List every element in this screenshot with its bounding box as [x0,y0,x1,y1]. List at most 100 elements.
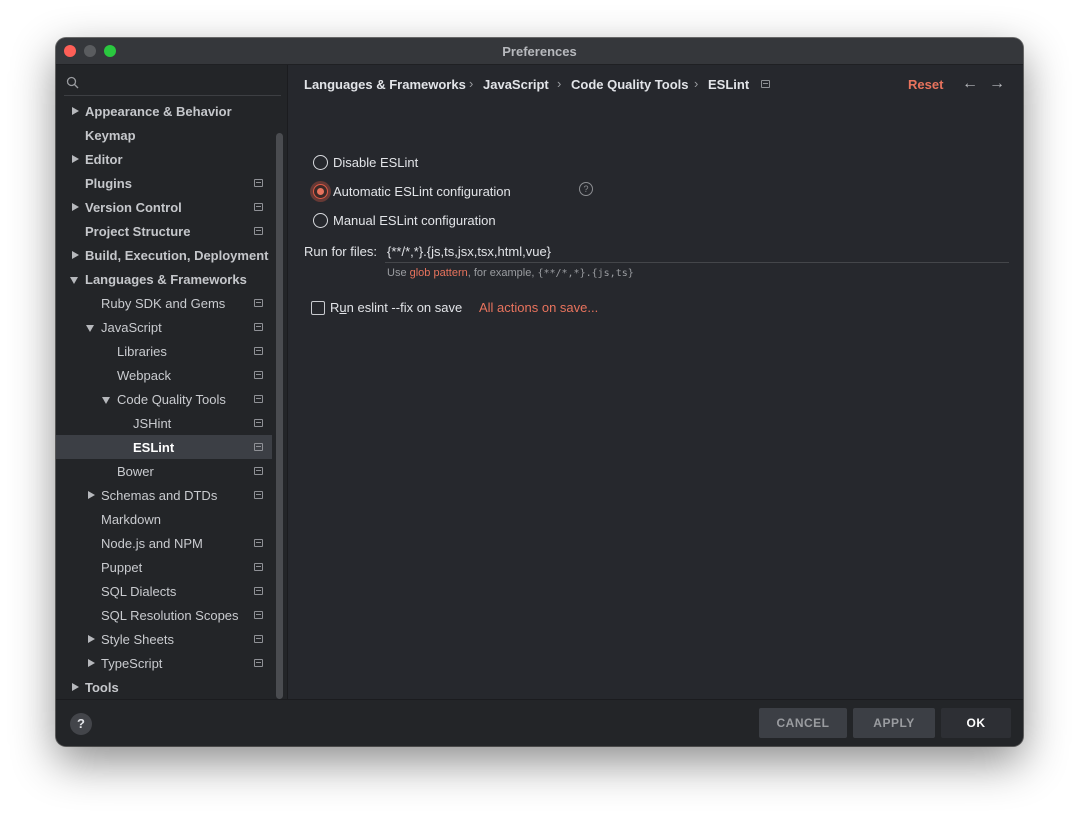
back-arrow-icon[interactable]: ← [962,75,978,93]
fix-on-save-checkbox[interactable] [311,301,325,315]
hint-example: {**/*,*}.{js,ts} [537,268,634,279]
search-icon [66,76,79,89]
sidebar-item-code-quality-tools[interactable]: Code Quality Tools [56,387,272,411]
sidebar-item-typescript[interactable]: TypeScript [56,651,272,675]
expanded-arrow-icon[interactable] [86,321,96,333]
project-scope-icon [254,659,263,667]
project-scope-icon [254,347,263,355]
sidebar-item-label: Markdown [101,512,161,527]
sidebar-scrollbar[interactable] [276,133,283,699]
collapsed-arrow-icon[interactable] [70,681,80,693]
sidebar-item-plugins[interactable]: Plugins [56,171,272,195]
hint-prefix: Use [387,267,407,279]
manual-eslint-radio[interactable] [313,213,328,228]
sidebar-item-build-execution-deployment[interactable]: Build, Execution, Deployment [56,243,272,267]
sidebar-item-markdown[interactable]: Markdown [56,507,272,531]
breadcrumb-eslint: ESLint [708,77,750,92]
help-button[interactable]: ? [70,713,92,735]
sidebar-item-node-js-and-npm[interactable]: Node.js and NPM [56,531,272,555]
collapsed-arrow-icon[interactable] [70,249,80,261]
search-input[interactable] [86,75,280,93]
project-scope-icon [761,80,770,88]
expanded-arrow-icon[interactable] [70,273,80,285]
ok-button[interactable]: OK [941,708,1011,738]
project-scope-icon [254,443,263,451]
fix-on-save-mnemonic: u [339,300,347,315]
sidebar-item-label: Code Quality Tools [117,392,226,407]
sidebar-item-sql-resolution-scopes[interactable]: SQL Resolution Scopes [56,603,272,627]
all-actions-on-save-link[interactable]: All actions on save... [479,300,598,315]
sidebar-item-label: Appearance & Behavior [85,104,232,119]
settings-search[interactable] [64,73,281,96]
project-scope-icon [254,491,263,499]
project-scope-icon [254,539,263,547]
collapsed-arrow-icon[interactable] [86,657,96,669]
sidebar-item-tools[interactable]: Tools [56,675,272,699]
sidebar-item-appearance-behavior[interactable]: Appearance & Behavior [56,99,272,123]
sidebar-item-libraries[interactable]: Libraries [56,339,272,363]
collapsed-arrow-icon[interactable] [86,633,96,645]
sidebar-item-schemas-and-dtds[interactable]: Schemas and DTDs [56,483,272,507]
disable-eslint-label[interactable]: Disable ESLint [333,155,418,170]
sidebar-item-puppet[interactable]: Puppet [56,555,272,579]
sidebar-item-label: Build, Execution, Deployment [85,248,269,263]
sidebar-item-label: Node.js and NPM [101,536,203,551]
collapsed-arrow-icon[interactable] [70,201,80,213]
sidebar-item-style-sheets[interactable]: Style Sheets [56,627,272,651]
collapsed-arrow-icon[interactable] [86,489,96,501]
cancel-button[interactable]: CANCEL [759,708,847,738]
sidebar-item-bower[interactable]: Bower [56,459,272,483]
title-bar: Preferences [56,38,1023,65]
project-scope-icon [254,467,263,475]
expanded-arrow-icon[interactable] [102,393,112,405]
project-scope-icon [254,299,263,307]
project-scope-icon [254,203,263,211]
reset-link[interactable]: Reset [908,77,943,92]
sidebar-item-version-control[interactable]: Version Control [56,195,272,219]
apply-button[interactable]: APPLY [853,708,935,738]
sidebar-item-eslint[interactable]: ESLint [56,435,272,459]
project-scope-icon [254,227,263,235]
sidebar-item-project-structure[interactable]: Project Structure [56,219,272,243]
project-scope-icon [254,371,263,379]
glob-pattern-link[interactable]: glob pattern [410,267,468,279]
sidebar-item-editor[interactable]: Editor [56,147,272,171]
run-for-files-input[interactable] [385,240,1009,263]
breadcrumb-code-quality-tools[interactable]: Code Quality Tools [571,77,689,92]
sidebar-item-label: Puppet [101,560,143,575]
sidebar-item-jshint[interactable]: JSHint [56,411,272,435]
sidebar-item-label: Ruby SDK and Gems [101,296,226,311]
disable-eslint-radio[interactable] [313,155,328,170]
manual-eslint-label[interactable]: Manual ESLint configuration [333,213,496,228]
sidebar-item-ruby-sdk-and-gems[interactable]: Ruby SDK and Gems [56,291,272,315]
automatic-eslint-label[interactable]: Automatic ESLint configuration [333,184,511,199]
sidebar-item-keymap[interactable]: Keymap [56,123,272,147]
sidebar-item-webpack[interactable]: Webpack [56,363,272,387]
collapsed-arrow-icon[interactable] [70,153,80,165]
sidebar-item-javascript[interactable]: JavaScript [56,315,272,339]
breadcrumb-languages-frameworks[interactable]: Languages & Frameworks [304,77,466,92]
sidebar-item-label: JSHint [133,416,172,431]
automatic-eslint-radio[interactable] [313,184,328,199]
sidebar-item-label: Editor [85,152,123,167]
sidebar-item-label: Webpack [117,368,171,383]
sidebar-item-label: JavaScript [101,320,162,335]
project-scope-icon [254,635,263,643]
fix-on-save-label[interactable]: Run eslint --fix on save [330,300,462,315]
project-scope-icon [254,395,263,403]
eslint-settings-panel: Languages & Frameworks › JavaScript › Co… [288,65,1023,699]
project-scope-icon [254,323,263,331]
window-title: Preferences [502,44,577,59]
collapsed-arrow-icon[interactable] [70,105,80,117]
forward-arrow-icon[interactable]: → [989,75,1005,93]
question-icon[interactable]: ? [579,182,593,196]
sidebar-item-label: ESLint [133,440,175,455]
sidebar-item-label: TypeScript [101,656,163,671]
breadcrumb-separator: › [557,76,562,91]
sidebar-item-languages-frameworks[interactable]: Languages & Frameworks [56,267,272,291]
breadcrumb-javascript[interactable]: JavaScript [483,77,549,92]
sidebar-item-label: Tools [85,680,119,695]
sidebar-item-sql-dialects[interactable]: SQL Dialects [56,579,272,603]
breadcrumb-separator: › [694,76,699,91]
project-scope-icon [254,419,263,427]
